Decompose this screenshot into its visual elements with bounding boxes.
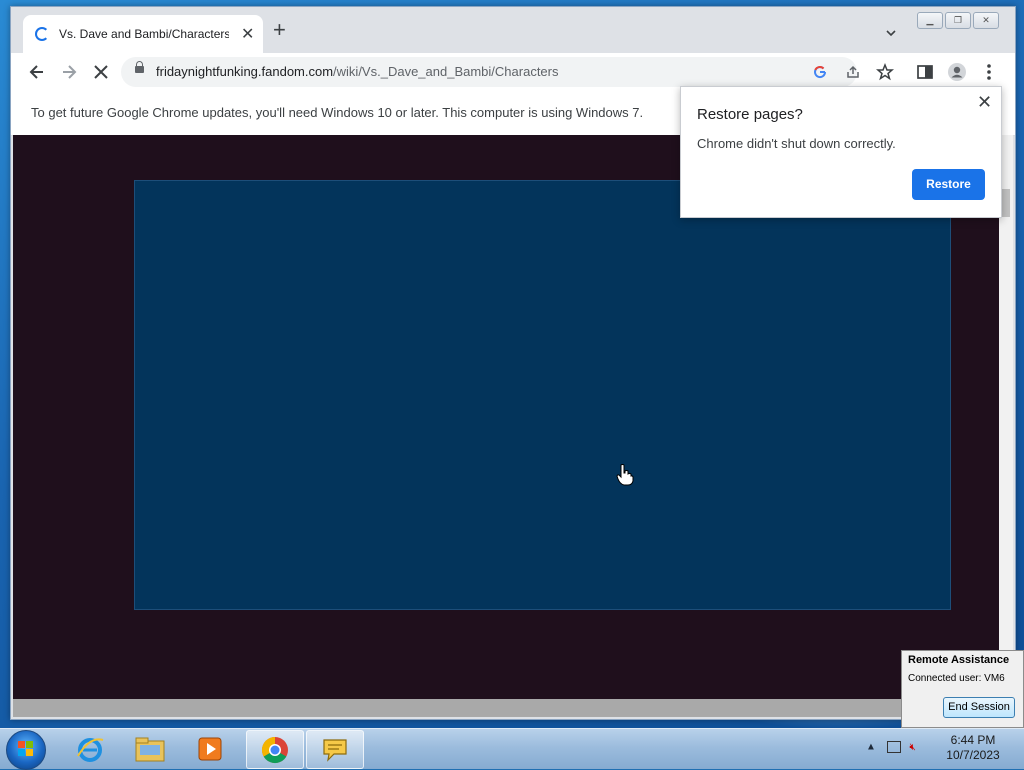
show-hidden-icons-icon[interactable]: ▲ xyxy=(866,742,876,753)
hand-cursor-icon xyxy=(616,464,634,486)
taskbar: ▲ 🔇︎ 6:44 PM 10/7/2023 xyxy=(0,728,1024,770)
clock-date: 10/7/2023 xyxy=(946,748,1000,762)
url-host: fridaynightfunking.fandom.com xyxy=(156,64,334,79)
content-panel[interactable] xyxy=(134,180,951,610)
tab-title: Vs. Dave and Bambi/Characters | xyxy=(59,27,229,41)
stop-loading-icon[interactable] xyxy=(91,62,111,82)
tray-icons: ▲ 🔇︎ xyxy=(866,741,916,753)
profile-icon[interactable] xyxy=(947,62,967,82)
taskbar-app-chrome[interactable] xyxy=(246,730,304,769)
restore-button[interactable]: Restore xyxy=(912,169,985,200)
loading-spinner-icon xyxy=(35,27,49,41)
scroll-thumb[interactable] xyxy=(1002,189,1010,217)
window-controls: ▁ ❐ ✕ xyxy=(917,10,1001,29)
chrome-icon xyxy=(261,736,288,764)
horizontal-scrollbar[interactable] xyxy=(13,699,999,717)
network-icon[interactable] xyxy=(886,741,901,753)
internet-explorer-icon xyxy=(77,738,104,762)
url-text[interactable]: fridaynightfunking.fandom.com/wiki/Vs._D… xyxy=(156,64,558,79)
vertical-scrollbar[interactable] xyxy=(999,135,1013,699)
tab-search-icon[interactable] xyxy=(885,27,897,39)
restore-message: Chrome didn't shut down correctly. xyxy=(697,136,896,151)
taskbar-app-explorer[interactable] xyxy=(122,730,178,767)
share-icon[interactable] xyxy=(845,64,861,80)
windows-flag-icon xyxy=(18,741,34,757)
connected-user-label: Connected user: VM6 xyxy=(908,673,1005,684)
clock-time: 6:44 PM xyxy=(950,733,996,747)
page-content[interactable] xyxy=(13,135,999,699)
restore-title: Restore pages? xyxy=(697,106,803,123)
side-panel-icon[interactable] xyxy=(915,62,935,82)
remote-assistance-title: Remote Assistance xyxy=(908,654,1010,666)
file-explorer-icon xyxy=(135,737,165,762)
tab-active[interactable]: Vs. Dave and Bambi/Characters | ✕ xyxy=(23,15,263,53)
volume-muted-icon[interactable]: 🔇︎ xyxy=(909,742,915,753)
new-tab-icon[interactable]: + xyxy=(273,19,286,41)
kebab-menu-icon[interactable] xyxy=(979,62,999,82)
tab-strip: Vs. Dave and Bambi/Characters | ✕ + ▁ ❐ ✕ xyxy=(11,7,1015,53)
minimize-icon[interactable]: ▁ xyxy=(917,12,943,29)
maximize-icon[interactable]: ❐ xyxy=(945,12,971,29)
google-icon[interactable] xyxy=(813,65,827,79)
forward-arrow-icon[interactable] xyxy=(59,62,79,82)
system-clock[interactable]: 6:44 PM 10/7/2023 xyxy=(940,733,1006,763)
back-arrow-icon[interactable] xyxy=(27,62,47,82)
start-button[interactable] xyxy=(6,730,46,770)
close-dialog-icon[interactable]: ✕ xyxy=(977,92,992,113)
remote-assistance-panel: Remote Assistance Connected user: VM6 En… xyxy=(901,650,1024,728)
taskbar-app-remote-assistance[interactable] xyxy=(306,730,364,769)
url-path: /wiki/Vs._Dave_and_Bambi/Characters xyxy=(333,64,559,79)
media-player-icon xyxy=(198,737,222,761)
lock-icon[interactable] xyxy=(135,61,144,73)
end-session-button[interactable]: End Session xyxy=(943,697,1015,718)
taskbar-app-media[interactable] xyxy=(182,730,238,767)
infobar-text: To get future Google Chrome updates, you… xyxy=(31,105,644,120)
address-bar[interactable]: fridaynightfunking.fandom.com/wiki/Vs._D… xyxy=(121,57,859,87)
remote-assistance-icon xyxy=(323,739,347,762)
bookmark-star-icon[interactable] xyxy=(875,62,895,82)
close-window-icon[interactable]: ✕ xyxy=(973,12,999,29)
restore-pages-dialog: Restore pages? Chrome didn't shut down c… xyxy=(680,86,1002,218)
taskbar-app-ie[interactable] xyxy=(62,730,118,767)
close-tab-icon[interactable]: ✕ xyxy=(241,24,254,44)
